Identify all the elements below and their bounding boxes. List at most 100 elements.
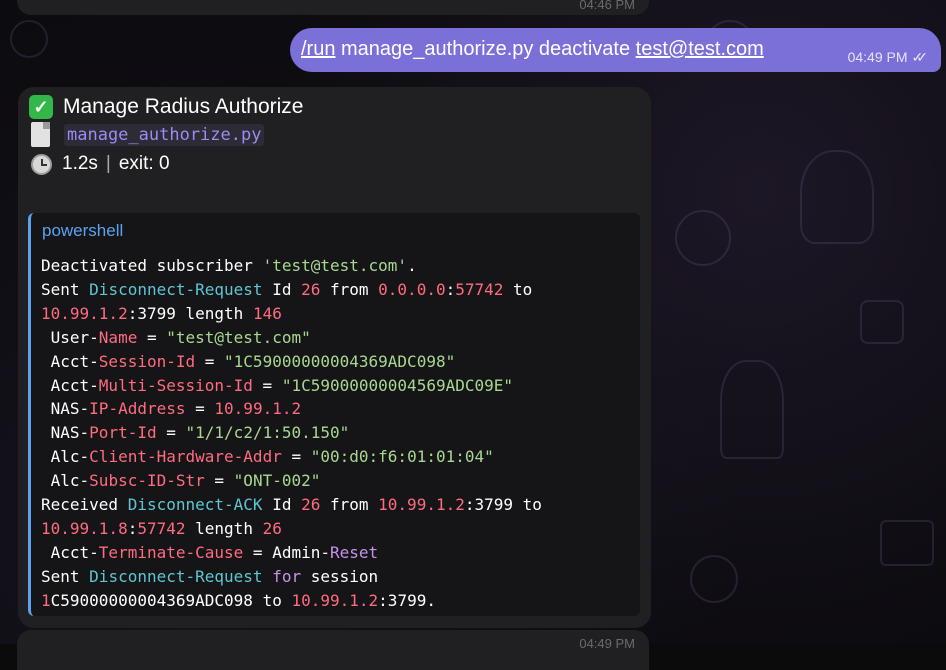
code-line: 1C59000000004369ADC098 to 10.99.1.2:3799… (41, 591, 436, 610)
code-token: IP-Address (89, 399, 186, 419)
code-token: session (301, 566, 379, 586)
outgoing-message-time: 04:49 PM (847, 49, 908, 65)
incoming-message-bubble[interactable]: ✓ Manage Radius Authorize manage_authori… (18, 87, 651, 628)
code-line: NAS-Port-Id = "1/1/c2/1:50.150" (41, 423, 350, 443)
code-token: "1C59000000004369ADC098" (224, 351, 456, 371)
code-token: = Admin- (243, 542, 330, 562)
previous-message-time: 04:46 PM (579, 0, 635, 12)
code-token: "1/1/c2/1:50.150" (185, 423, 350, 443)
code-token: "00:d0:f6:01:01:04" (310, 447, 494, 467)
code-token: Alc- (41, 471, 90, 491)
code-token: : (127, 518, 138, 538)
code-line: Sent Disconnect-Request Id 26 from 0.0.0… (41, 280, 532, 299)
code-token: Id (262, 495, 302, 515)
page-file-icon (31, 122, 50, 147)
code-token: 10.99.1.2 (214, 399, 302, 419)
code-token: length (185, 518, 263, 538)
stopwatch-icon (31, 153, 52, 175)
code-line: 10.99.1.2:3799 length 146 (41, 304, 282, 323)
message-title: Manage Radius Authorize (63, 95, 304, 118)
code-line: Acct-Multi-Session-Id = "1C5900000000456… (41, 376, 513, 395)
check-mark-icon: ✓ (29, 95, 53, 119)
code-line: Acct-Session-Id = "1C59000000004369ADC09… (41, 351, 456, 371)
code-token: 146 (252, 303, 282, 323)
code-token: 26 (301, 279, 321, 299)
code-token: Acct- (41, 375, 99, 395)
code-line: Acct-Terminate-Cause = Admin-Reset (41, 542, 379, 562)
code-token: = (195, 351, 225, 371)
code-token: Deactivated subscriber (41, 256, 263, 275)
command-link[interactable]: /run (301, 38, 335, 60)
run-duration: 1.2s (62, 153, 98, 174)
code-output[interactable]: Deactivated subscriber 'test@test.com'. … (41, 254, 542, 613)
code-line: Sent Disconnect-Request for session (41, 567, 378, 586)
doodle-gift (880, 520, 934, 566)
outgoing-message-bubble[interactable]: /run manage_authorize.py deactivate test… (290, 28, 941, 72)
code-token: . (407, 256, 417, 275)
code-token: Received (41, 495, 128, 515)
code-token: "1C59000000004569ADC09E" (281, 375, 514, 395)
code-token: 26 (301, 495, 321, 515)
file-row: manage_authorize.py (31, 122, 265, 147)
code-token: Id (262, 279, 302, 299)
code-token: 57742 (455, 279, 504, 299)
code-token: User- (41, 327, 99, 347)
code-token: Name (98, 327, 138, 347)
code-line: Received Disconnect-ACK Id 26 from 10.99… (41, 495, 542, 514)
code-token: = (137, 327, 167, 347)
code-token: to (503, 279, 533, 299)
code-token: from (320, 495, 379, 515)
code-token: C59000000004369ADC098 to (50, 590, 292, 610)
code-token: Acct- (41, 542, 99, 562)
code-token: :3799 length (127, 303, 253, 323)
outgoing-message-text: /run manage_authorize.py deactivate test… (301, 38, 764, 61)
code-token: Disconnect-ACK (127, 495, 263, 515)
code-token: 10.99.1.2 (41, 303, 128, 323)
email-link[interactable]: test@test.com (636, 38, 764, 60)
code-token: Client-Hardware-Addr (89, 447, 282, 467)
code-token: Alc- (41, 447, 90, 467)
code-token: Acct- (41, 351, 99, 371)
code-token: : (445, 279, 456, 299)
meta-separator: | (105, 153, 111, 174)
code-token: = (185, 399, 215, 419)
doodle-dino (720, 360, 784, 459)
doodle-lollipop (690, 555, 738, 603)
code-token: Disconnect-Request (89, 566, 263, 586)
code-token: NAS- (41, 399, 90, 419)
code-block[interactable]: powershell Deactivated subscriber 'test@… (28, 213, 640, 616)
code-line: NAS-IP-Address = 10.99.1.2 (41, 399, 301, 418)
code-token: Disconnect-Request (89, 279, 263, 299)
code-token: Sent (41, 279, 90, 299)
code-token: "ONT-002" (233, 471, 321, 491)
message-title-row: ✓ Manage Radius Authorize (29, 95, 304, 119)
code-token: Port-Id (89, 423, 157, 443)
code-line: Deactivated subscriber 'test@test.com'. (41, 256, 417, 275)
code-token: 0.0.0.0 (378, 279, 446, 299)
code-token: = (281, 447, 311, 467)
doodle-balloon (800, 150, 874, 244)
code-token: Sent (41, 566, 90, 586)
code-token: Subsc-ID-Str (89, 471, 205, 491)
code-token: 10.99.1.8 (41, 518, 128, 538)
code-token: = (204, 471, 234, 491)
code-language: powershell (42, 221, 124, 240)
code-token: 26 (262, 518, 282, 538)
code-token: = (252, 375, 282, 395)
code-token: 10.99.1.2 (291, 590, 379, 610)
code-token: Session-Id (98, 351, 196, 371)
code-line: Alc-Client-Hardware-Addr = "00:d0:f6:01:… (41, 447, 494, 466)
code-token: from (320, 279, 379, 299)
code-token: 1 (41, 590, 51, 610)
run-meta-row: 1.2s | exit: 0 (31, 153, 170, 175)
doodle-strawberry (10, 20, 48, 58)
next-message-bubble: 04:49 PM (17, 630, 649, 670)
code-token: = (156, 423, 186, 443)
code-line: User-Name = "test@test.com" (41, 328, 311, 347)
code-token: Terminate-Cause (98, 542, 244, 562)
file-name[interactable]: manage_authorize.py (64, 123, 265, 146)
code-token: Multi-Session-Id (98, 375, 253, 395)
code-token: NAS- (41, 423, 90, 443)
exit-code: exit: 0 (118, 153, 170, 174)
